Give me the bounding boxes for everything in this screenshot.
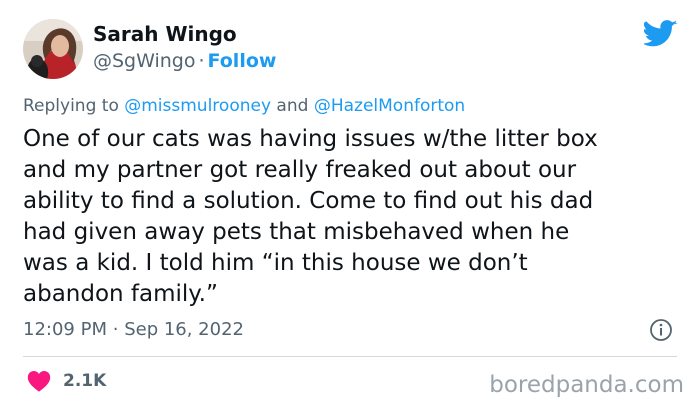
tweet-date: Sep 16, 2022 — [124, 319, 244, 340]
reply-context: Replying to @missmulrooney and @HazelMon… — [23, 96, 465, 116]
author-handle-line: @SgWingo · Follow — [93, 50, 276, 72]
divider — [23, 356, 677, 357]
tweet-text: One of our cats was having issues w/the … — [23, 126, 598, 307]
avatar-image — [23, 19, 83, 79]
author-handle[interactable]: @SgWingo — [93, 50, 196, 72]
tweet-timestamp[interactable]: 12:09 PM · Sep 16, 2022 — [23, 319, 244, 340]
tweet-card: Sarah Wingo @SgWingo · Follow Replying to … — [0, 0, 700, 410]
like-button[interactable]: 2.1K — [27, 370, 106, 392]
twitter-bird-icon[interactable] — [644, 20, 678, 48]
reply-prefix: Replying to — [23, 96, 125, 116]
avatar[interactable] — [23, 19, 83, 79]
mention-missmulrooney[interactable]: @missmulrooney — [124, 96, 271, 116]
heart-icon — [27, 371, 51, 392]
reply-joiner: and — [271, 96, 314, 116]
info-icon[interactable] — [649, 318, 673, 342]
handle-separator: · — [198, 50, 205, 72]
watermark: boredpanda.com — [489, 372, 684, 398]
mention-hazelmonforton[interactable]: @HazelMonforton — [314, 96, 465, 116]
follow-button[interactable]: Follow — [208, 50, 277, 72]
author-name[interactable]: Sarah Wingo — [93, 22, 237, 46]
like-count: 2.1K — [63, 371, 107, 391]
timestamp-separator: · — [112, 319, 119, 340]
tweet-time: 12:09 PM — [23, 319, 107, 340]
